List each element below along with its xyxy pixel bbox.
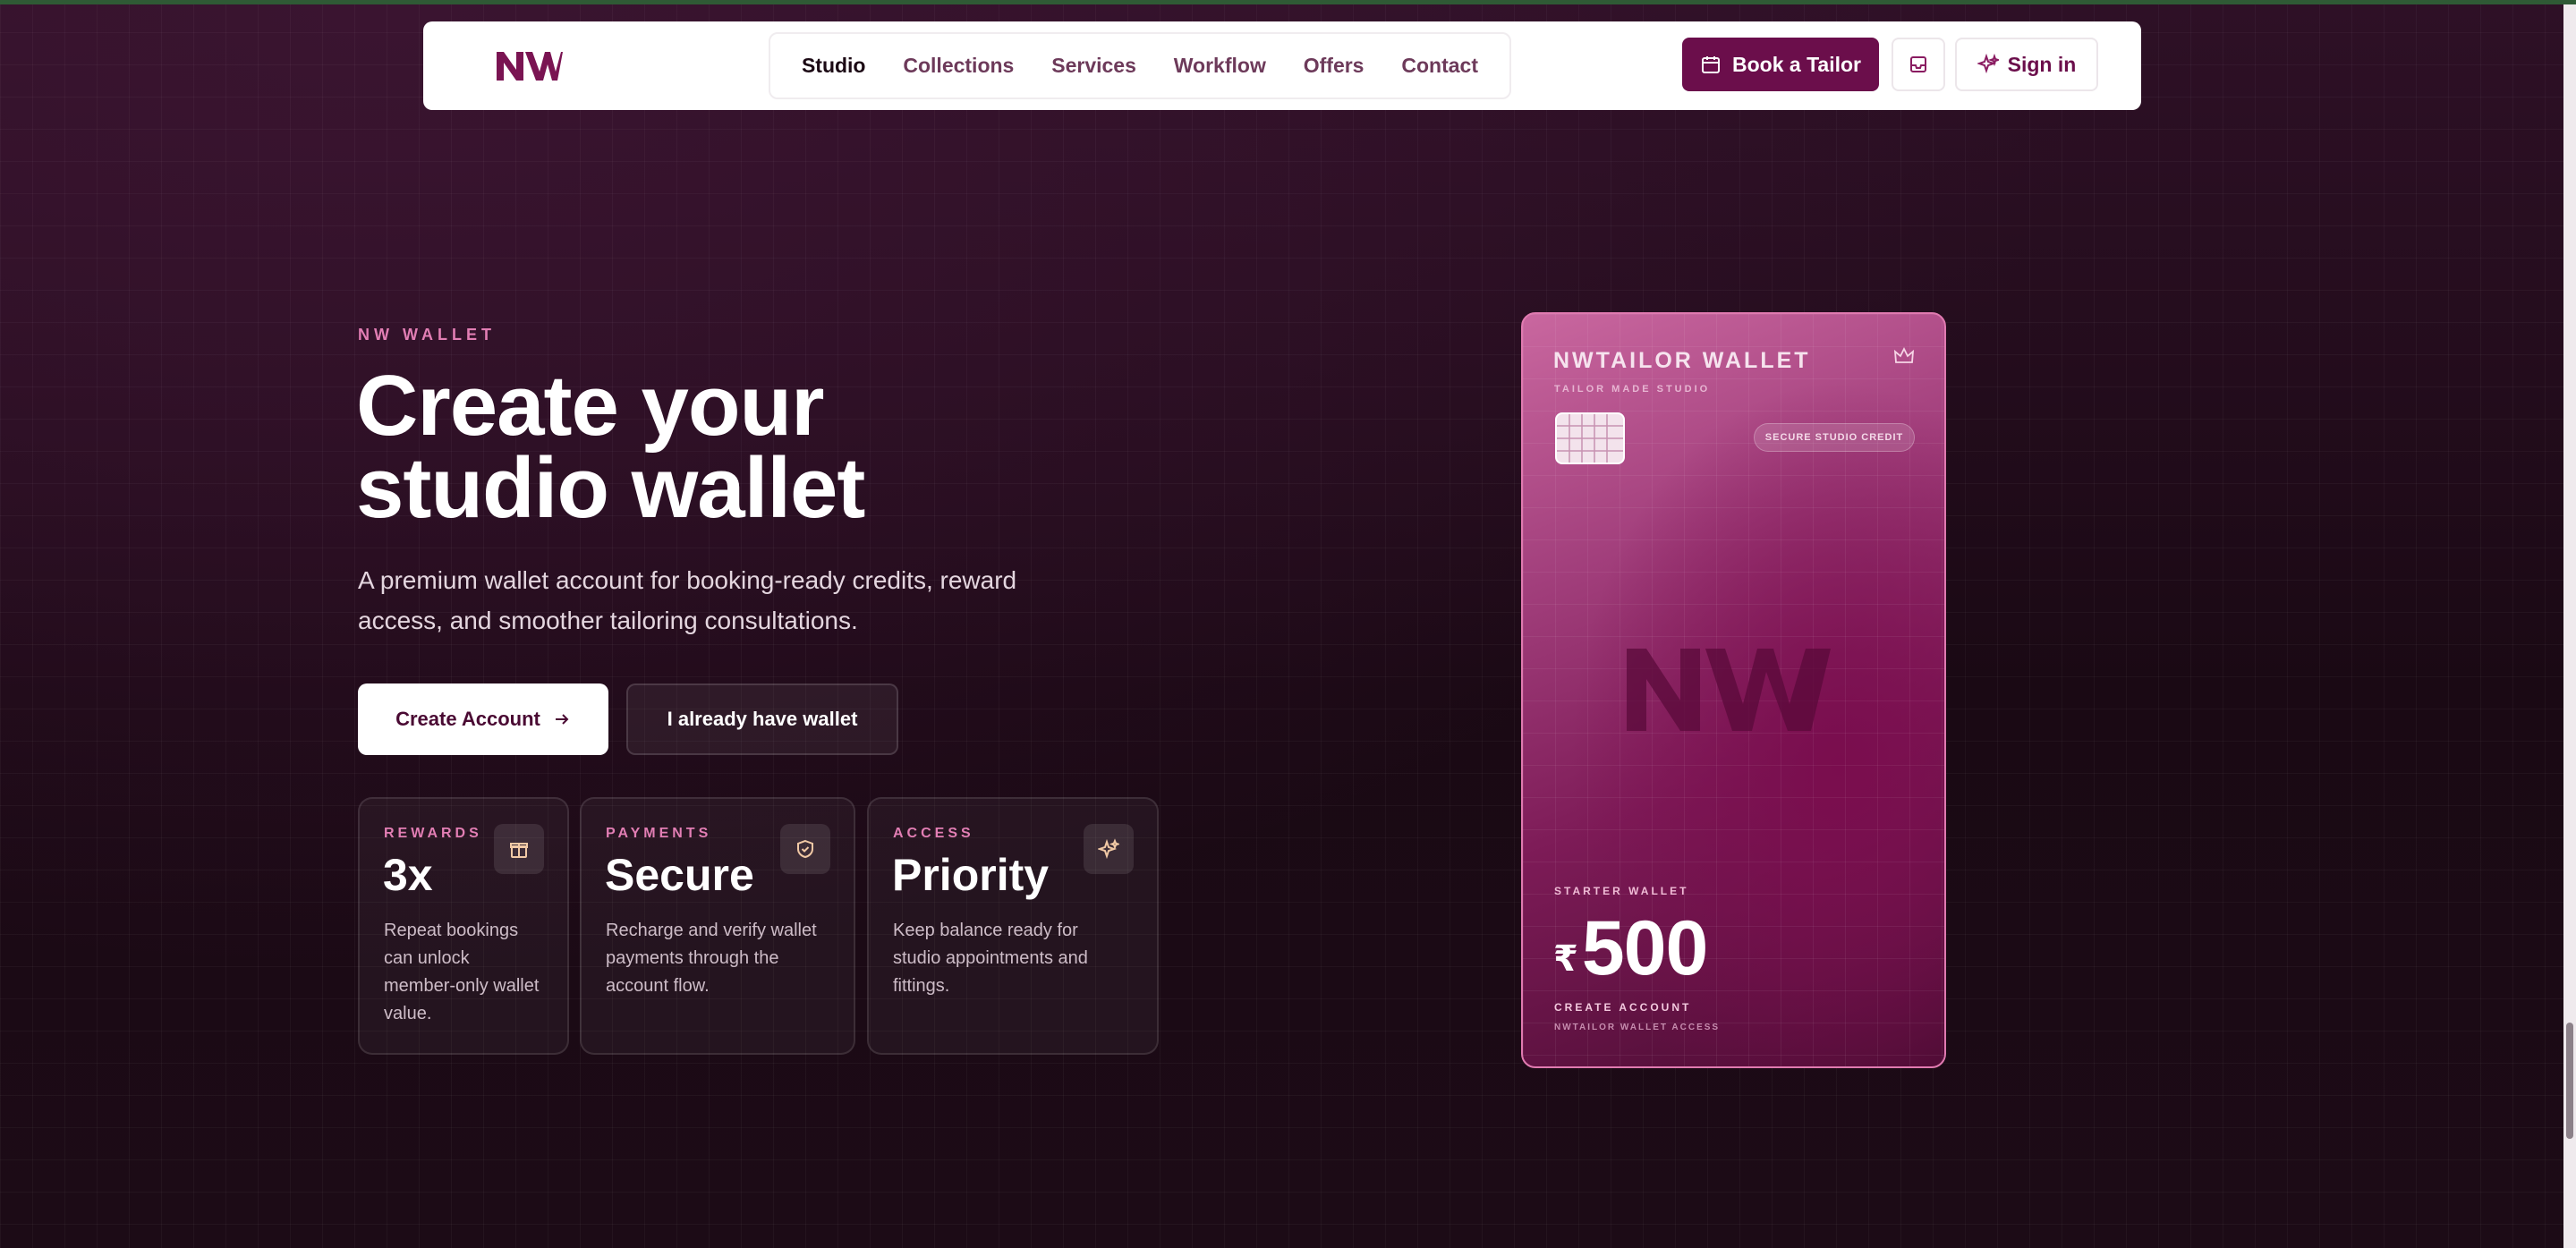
shield-icon	[780, 824, 830, 874]
stat-description: Recharge and verify wallet payments thro…	[606, 921, 817, 996]
hero-title-line-2: studio wallet	[356, 440, 865, 536]
browser-top-strip	[0, 0, 2576, 4]
wallet-card-preview: NWTAILOR WALLET TAILOR MADE STUDIO SECUR…	[1521, 312, 1946, 1068]
nav-link-collections[interactable]: Collections	[903, 54, 1014, 78]
hero-subtitle: A premium wallet account for booking-rea…	[358, 566, 1017, 634]
wallet-create-account-text: CREATE ACCOUNT	[1554, 1001, 1692, 1014]
currency-symbol: ₹	[1553, 939, 1578, 979]
existing-wallet-label: I already have wallet	[667, 708, 858, 730]
card-chip	[1555, 412, 1625, 464]
create-account-label: Create Account	[395, 708, 540, 730]
chip-grid-icon	[1557, 414, 1623, 463]
arrow-right-icon	[555, 714, 569, 725]
nav-link-offers[interactable]: Offers	[1304, 54, 1365, 78]
stat-label: PAYMENTS	[606, 826, 712, 841]
wallet-tier: STARTER WALLET	[1554, 885, 1689, 897]
hero-title: Create your studio wallet	[356, 358, 1161, 536]
gift-icon	[494, 824, 544, 874]
nav-link-contact[interactable]: Contact	[1401, 54, 1478, 78]
secure-credit-badge: SECURE STUDIO CREDIT	[1754, 423, 1915, 452]
balance-amount: 500	[1581, 905, 1708, 991]
book-tailor-label: Book a Tailor	[1732, 52, 1861, 76]
stat-card-payments: PAYMENTS Secure Recharge and verify wall…	[580, 797, 855, 1055]
calendar-icon	[1702, 56, 1720, 73]
stat-description: Repeat bookings can unlock member-only w…	[384, 921, 540, 1023]
book-tailor-button[interactable]: Book a Tailor	[1682, 38, 1879, 91]
inbox-icon	[1910, 56, 1926, 72]
primary-nav: Studio Collections Services Workflow Off…	[769, 32, 1511, 99]
nav-link-workflow[interactable]: Workflow	[1174, 54, 1266, 78]
stat-label: REWARDS	[384, 826, 482, 841]
wallet-subtitle: TAILOR MADE STUDIO	[1554, 384, 1711, 395]
hero-eyebrow: NW WALLET	[358, 326, 496, 344]
nw-logo[interactable]	[495, 48, 563, 82]
wallet-access-text: NWTAILOR WALLET ACCESS	[1554, 1023, 1721, 1032]
stat-value: Secure	[605, 850, 754, 900]
inbox-button[interactable]	[1892, 38, 1945, 91]
sign-in-button[interactable]: Sign in	[1955, 38, 2098, 91]
wallet-balance: ₹ 500	[1553, 905, 1708, 991]
stat-label: ACCESS	[893, 826, 974, 841]
crown-icon	[1893, 346, 1915, 363]
sparkle-icon	[1977, 54, 1999, 74]
scrollbar-thumb[interactable]	[2566, 1023, 2573, 1139]
existing-wallet-button[interactable]: I already have wallet	[626, 683, 898, 755]
page-scrollbar[interactable]	[2563, 4, 2576, 1248]
wallet-title: NWTAILOR WALLET	[1553, 348, 1811, 373]
stat-value: 3x	[383, 850, 433, 900]
nav-link-studio[interactable]: Studio	[802, 54, 866, 78]
create-account-button[interactable]: Create Account	[358, 683, 608, 755]
nw-watermark-logo	[1627, 649, 1831, 731]
stat-card-rewards: REWARDS 3x Repeat bookings can unlock me…	[358, 797, 569, 1055]
stat-description: Keep balance ready for studio appointmen…	[893, 921, 1088, 996]
sparkle-icon	[1084, 824, 1134, 874]
top-navbar: Studio Collections Services Workflow Off…	[423, 21, 2141, 110]
stat-card-access: ACCESS Priority Keep balance ready for s…	[867, 797, 1159, 1055]
sign-in-label: Sign in	[2007, 52, 2077, 76]
stat-value: Priority	[892, 850, 1050, 900]
nav-link-services[interactable]: Services	[1051, 54, 1136, 78]
hero-title-line-1: Create your	[356, 358, 825, 454]
